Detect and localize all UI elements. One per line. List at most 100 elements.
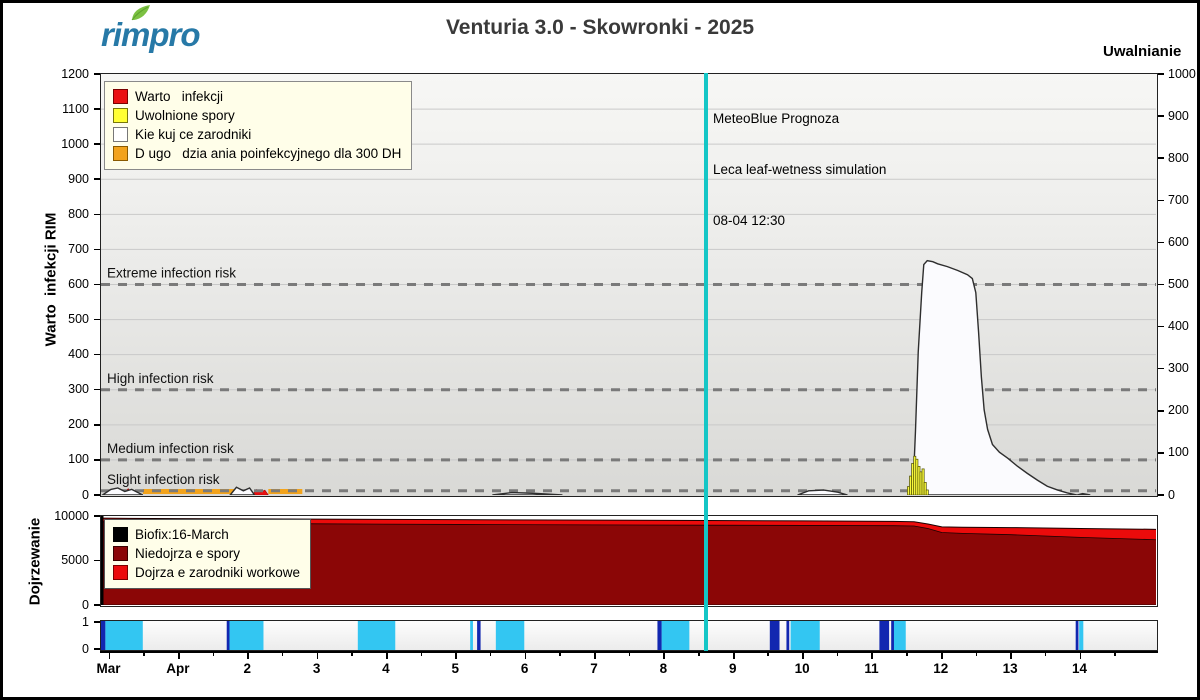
main-left-axis-label: 600 [3,277,89,291]
main-left-axis-tick [94,284,100,286]
leaf-wetness-bar [105,621,142,650]
main-right-axis-label: 100 [1168,445,1189,459]
annotation-simulation: Leca leaf-wetness simulation [713,161,886,178]
leaf-wetness-canvas [101,621,1157,650]
main-right-axis-tick [1158,410,1164,412]
x-axis-major-tick [386,651,388,659]
maturation-legend: Biofix:16-March Niedojrza e spory Dojrza… [104,519,311,589]
x-axis-label: 6 [521,661,529,676]
maturation-chart-plot[interactable]: Biofix:16-March Niedojrza e spory Dojrza… [100,515,1158,607]
main-chart-plot[interactable]: Extreme infection riskHigh infection ris… [100,73,1158,497]
x-axis-major-tick [663,651,665,659]
released-spores-swatch [113,108,128,123]
leaf-wetness-strip[interactable] [100,620,1158,651]
wetness-axis-tick [94,648,100,650]
rain-bar [1076,621,1079,650]
main-left-axis-tick [94,424,100,426]
rimpro-venturia-chart-window: rimpro Venturia 3.0 - Skowronki - 2025 U… [0,0,1200,700]
legend-item-infection-value: Warto infekcji [113,87,401,106]
main-left-axis-tick [94,143,100,145]
main-left-axis-label: 900 [3,172,89,186]
main-left-axis-label: 800 [3,207,89,221]
x-axis-label: 12 [933,661,948,676]
immature-spores-swatch [113,546,128,561]
x-axis-major-tick [941,651,943,659]
main-left-axis-tick [94,108,100,110]
infection-value-swatch [113,89,128,104]
main-right-axis-tick [1158,368,1164,370]
x-axis-minor-tick [1045,651,1047,656]
page-title: Venturia 3.0 - Skowronki - 2025 [3,16,1197,40]
main-left-axis-tick [94,178,100,180]
leaf-wetness-bar [358,621,395,650]
x-axis-label: 7 [590,661,598,676]
main-right-axis-tick [1158,326,1164,328]
x-axis-minor-tick [490,651,492,656]
x-axis-major-tick [455,651,457,659]
biofix-swatch [113,527,128,542]
x-axis-label: Apr [166,661,189,676]
x-axis-minor-tick [976,651,978,656]
legend-label: Dojrza e zarodniki workowe [135,565,300,580]
rain-bar [477,621,480,650]
main-right-axis-tick [1158,284,1164,286]
annotation-timestamp: 08-04 12:30 [713,212,886,229]
main-right-axis-label: 1000 [1168,67,1196,81]
risk-threshold-label: Medium infection risk [107,441,234,456]
x-axis-major-tick [1010,651,1012,659]
x-axis-major-tick [1080,651,1082,659]
main-left-axis-tick [94,389,100,391]
maturation-axis-label: 5000 [3,553,89,567]
x-axis-minor-tick [1114,651,1116,656]
main-left-axis-label: 500 [3,312,89,326]
legend-label: Kie kuj ce zarodniki [135,127,251,142]
x-axis-minor-tick [351,651,353,656]
main-right-axis-label: 700 [1168,193,1189,207]
germinating-spores-area [492,493,562,495]
legend-item-mature-ascospores: Dojrza e zarodniki workowe [113,563,300,582]
x-axis-major-tick [733,651,735,659]
main-right-axis-tick [1158,115,1164,117]
legend-label: Uwolnione spory [135,108,235,123]
x-axis-minor-tick [143,651,145,656]
x-axis-label: 11 [864,661,878,676]
rain-bar [879,621,889,650]
x-axis-major-tick [802,651,804,659]
main-right-axis: 01002003004005006007008009001000 [1158,73,1200,497]
legend-item-immature-spores: Niedojrza e spory [113,544,300,563]
germinating-spores-area [103,488,143,495]
main-left-axis-tick [94,214,100,216]
forecast-annotation: MeteoBlue Prognoza Leca leaf-wetness sim… [713,76,886,263]
main-right-axis-label: 800 [1168,151,1189,165]
rain-bar [770,621,780,650]
risk-threshold-label: Slight infection risk [107,472,220,487]
wetness-axis-tick [94,621,100,623]
main-left-axis-tick [94,249,100,251]
x-axis-major-tick [525,651,527,659]
legend-item-postinfection-duration: D ugo dzia ania poinfekcyjnego dla 300 D… [113,144,401,163]
maturation-axis-tick [94,560,100,562]
main-right-axis-label: 400 [1168,319,1189,333]
legend-label: Niedojrza e spory [135,546,240,561]
risk-threshold-label: Extreme infection risk [107,266,236,281]
main-left-axis-label: 400 [3,347,89,361]
main-left-axis-label: 700 [3,242,89,256]
main-left-axis-tick [94,494,100,496]
x-axis-minor-tick [906,651,908,656]
main-left-axis-label: 1100 [3,102,89,116]
main-right-axis-tick [1158,494,1164,496]
main-right-axis-tick [1158,200,1164,202]
x-axis-minor-tick [213,651,215,656]
x-axis-minor-tick [837,651,839,656]
germinating-spores-area [230,487,254,495]
x-axis-minor-tick [282,651,284,656]
rain-bar [657,621,661,650]
legend-item-germinating-spores: Kie kuj ce zarodniki [113,125,401,144]
x-axis-label: 3 [313,661,321,676]
leaf-wetness-bar [791,621,820,650]
rain-bar [101,621,105,650]
main-right-axis-label: 200 [1168,403,1189,417]
x-axis-minor-tick [698,651,700,656]
forecast-now-line [704,73,708,651]
leaf-wetness-bar [229,621,263,650]
